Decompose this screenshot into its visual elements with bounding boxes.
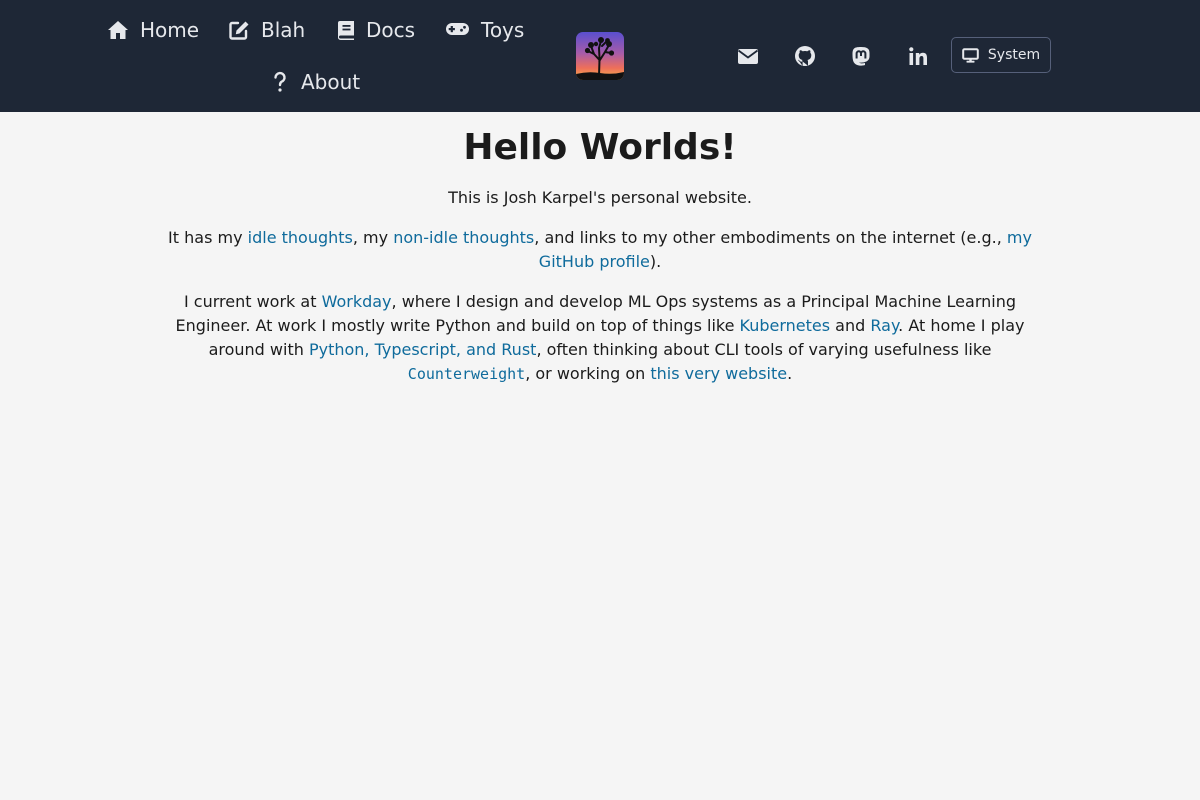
gamepad-icon [446, 23, 469, 35]
github-icon [795, 46, 815, 66]
desktop-icon [962, 47, 979, 63]
text: I current work at [183, 292, 322, 311]
theme-toggle-button[interactable]: System [951, 37, 1051, 73]
question-icon [274, 71, 286, 92]
text: , often thinking about CLI tools of vary… [536, 340, 992, 359]
home-icon [108, 21, 128, 39]
text: , and links to my other embodiments on t… [534, 228, 1007, 247]
counterweight-link[interactable]: Counterweight [408, 364, 525, 383]
nav-blah-label: Blah [261, 18, 306, 42]
mastodon-icon [852, 46, 870, 66]
ray-link[interactable]: Ray [870, 316, 898, 335]
kubernetes-link[interactable]: Kubernetes [740, 316, 831, 335]
nav-toys-label: Toys [481, 18, 525, 42]
envelope-icon [737, 48, 759, 64]
text: ). [649, 252, 662, 271]
main-content: Hello Worlds! This is Josh Karpel's pers… [160, 126, 1040, 386]
text: , or working on [525, 364, 651, 383]
nav-docs-label: Docs [366, 18, 416, 42]
text: It has my [168, 228, 248, 247]
top-navbar: Home Blah Docs Toys About System [0, 0, 1200, 112]
joshua-tree-logo-icon [576, 32, 624, 80]
site-logo[interactable] [576, 32, 624, 80]
nav-blah[interactable]: Blah [229, 18, 305, 42]
this-website-link[interactable]: this very website [650, 364, 787, 383]
nav-home-label: Home [140, 18, 200, 42]
nav-about-label: About [301, 70, 361, 94]
links-paragraph: It has my idle thoughts, my non-idle tho… [160, 226, 1040, 274]
linkedin-icon [909, 47, 927, 65]
nav-home[interactable]: Home [107, 18, 199, 42]
theme-toggle-label: System [987, 47, 1041, 63]
non-idle-thoughts-link[interactable]: non-idle thoughts [393, 228, 534, 247]
text: and [830, 316, 871, 335]
text: , my [352, 228, 394, 247]
page-title: Hello Worlds! [463, 127, 737, 168]
languages-link[interactable]: Python, Typescript, and Rust [309, 340, 536, 359]
idle-thoughts-link[interactable]: idle thoughts [248, 228, 353, 247]
edit-icon [229, 21, 249, 40]
workday-link[interactable]: Workday [322, 292, 392, 311]
book-icon [338, 20, 354, 40]
email-link[interactable] [735, 43, 761, 69]
intro-paragraph: This is Josh Karpel's personal website. [448, 188, 752, 207]
nav-toys[interactable]: Toys [445, 18, 524, 42]
linkedin-link[interactable] [905, 43, 931, 69]
github-link[interactable] [792, 43, 818, 69]
work-paragraph: I current work at Workday, where I desig… [160, 290, 1040, 386]
mastodon-link[interactable] [848, 43, 874, 69]
nav-about[interactable]: About [270, 70, 360, 94]
counterweight-code: Counterweight [407, 365, 526, 383]
text: . [787, 364, 793, 383]
nav-docs[interactable]: Docs [337, 18, 415, 42]
